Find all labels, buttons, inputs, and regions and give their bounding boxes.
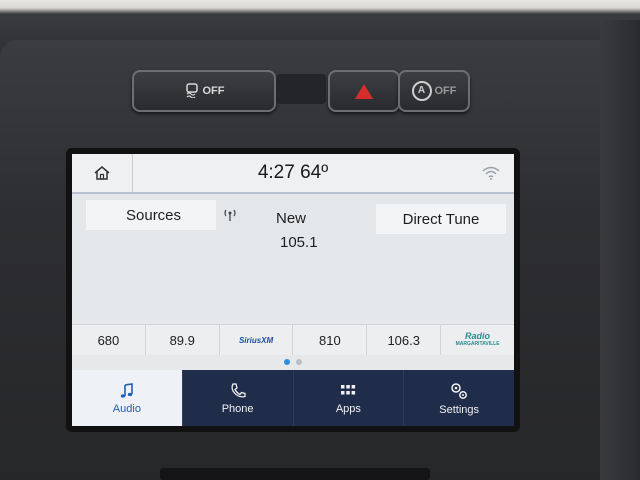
preset-5[interactable]: 106.3	[367, 325, 442, 355]
nav-audio[interactable]: Audio	[72, 370, 183, 426]
traction-control-off-button[interactable]: OFF	[132, 70, 276, 112]
radio-main-area: Sources New 105.1 Direct Tune	[72, 194, 514, 320]
preset-label: 680	[97, 332, 120, 348]
lower-console-slot	[160, 468, 430, 480]
siriusxm-logo: SiriusXM	[238, 335, 274, 345]
hazard-lights-button[interactable]	[328, 70, 400, 112]
nav-phone[interactable]: Phone	[183, 370, 294, 426]
preset-label: 106.3	[387, 332, 420, 348]
temperature: 64º	[300, 162, 329, 183]
dashboard-side-panel	[600, 20, 640, 480]
infotainment-screen: 4:27 64º Sources New 105.1 Direct Tune 6…	[72, 154, 514, 426]
music-note-icon	[120, 382, 133, 398]
nav-apps-label: Apps	[335, 402, 361, 415]
nav-settings-label: Settings	[439, 403, 479, 416]
preset-3-siriusxm[interactable]: SiriusXM	[220, 325, 294, 355]
gears-icon	[451, 382, 468, 399]
nav-audio-label: Audio	[112, 402, 141, 415]
nav-phone-label: Phone	[221, 402, 254, 415]
direct-tune-label: Direct Tune	[402, 210, 480, 228]
preset-6-radio-margaritaville[interactable]: Radio MARGARITAVILLE	[441, 325, 514, 355]
traction-control-icon	[184, 82, 200, 101]
station-name: New	[276, 210, 307, 227]
bottom-nav: Audio Phone Apps Settings	[72, 370, 514, 426]
direct-tune-button[interactable]: Direct Tune	[376, 204, 506, 234]
apps-grid-icon	[341, 384, 356, 394]
nav-apps[interactable]: Apps	[294, 370, 405, 426]
nav-settings[interactable]: Settings	[404, 370, 514, 426]
clock-temperature: 4:27 64º	[72, 162, 514, 184]
station-frequency: 105.1	[280, 234, 318, 251]
sources-label: Sources	[126, 206, 182, 224]
preset-label: 810	[319, 332, 341, 348]
broadcast-signal-icon	[222, 208, 238, 225]
hazard-icon	[355, 83, 373, 99]
preset-1[interactable]: 680	[72, 325, 146, 355]
wifi-icon	[482, 166, 500, 180]
radio-margaritaville-logo: Radio MARGARITAVILLE	[455, 331, 500, 348]
button-gap	[276, 74, 326, 104]
page-dot-active[interactable]	[284, 359, 290, 365]
page-dot[interactable]	[296, 359, 302, 365]
auto-start-stop-button[interactable]: A OFF	[398, 70, 470, 112]
preset-4[interactable]: 810	[293, 325, 368, 355]
status-bar: 4:27 64º	[72, 154, 514, 194]
sources-button[interactable]: Sources	[86, 200, 216, 230]
auto-start-off-label: OFF	[434, 85, 457, 97]
preset-label: 89.9	[169, 332, 195, 348]
page-indicator	[72, 359, 514, 365]
preset-bar: 680 89.9 SiriusXM 810 106.3 Radio MARGARI…	[72, 324, 514, 355]
traction-off-label: OFF	[202, 85, 225, 97]
preset-2[interactable]: 89.9	[146, 325, 220, 355]
auto-start-stop-icon: A	[411, 81, 432, 101]
clock: 4:27	[257, 162, 295, 183]
phone-icon	[231, 382, 246, 397]
